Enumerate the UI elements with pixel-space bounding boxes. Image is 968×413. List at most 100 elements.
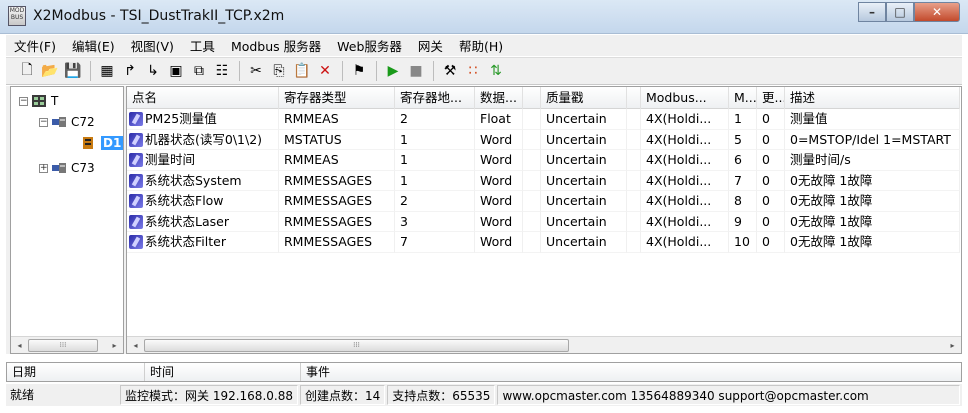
menu-web-server[interactable]: Web服务器 (329, 36, 410, 55)
cell-modbus-address: 7 (729, 170, 757, 191)
cell-blank (523, 211, 541, 232)
cell-blank (523, 232, 541, 253)
copy-group-icon[interactable]: ⧉ (188, 60, 210, 82)
collapse-toggle[interactable]: − (19, 96, 28, 106)
cell-register-type: RMMEAS (279, 150, 395, 171)
tools-icon[interactable]: ⚒ (439, 60, 461, 82)
cell-register-address: 7 (395, 232, 475, 253)
menu-tools[interactable]: 工具 (182, 36, 223, 55)
copy-icon[interactable]: ⎘ (268, 60, 290, 82)
menu-file[interactable]: 文件(F) (6, 36, 64, 55)
stop-icon[interactable]: ■ (405, 60, 427, 82)
menu-modbus-server[interactable]: Modbus 服务器 (223, 36, 329, 55)
sync-icon[interactable]: ⇅ (485, 60, 507, 82)
network-icon[interactable]: ∷ (462, 60, 484, 82)
cell-register-address: 1 (395, 150, 475, 171)
expand-toggle[interactable]: + (39, 163, 48, 173)
log-column-event[interactable]: 事件 (301, 363, 961, 381)
open-folder-icon[interactable]: 📂 (39, 60, 61, 82)
delete-icon[interactable]: ✕ (314, 60, 336, 82)
export-icon[interactable]: ↳ (142, 60, 164, 82)
menu-edit[interactable]: 编辑(E) (64, 36, 123, 55)
new-file-icon[interactable]: 🗋 (16, 60, 38, 82)
scroll-right-arrow-icon[interactable]: ▸ (106, 337, 123, 354)
collapse-toggle[interactable]: − (39, 117, 48, 127)
column-header-modbus-address[interactable]: M... (729, 87, 757, 109)
cell-blank2 (627, 150, 641, 171)
menu-view[interactable]: 视图(V) (123, 36, 182, 55)
run-icon[interactable]: ▶ (382, 60, 404, 82)
cell-modbus-type: 4X(Holdi... (641, 109, 729, 130)
table-row[interactable]: 系统状态Flow RMMESSAGES 2 Word Uncertain 4X(Holdi… (127, 191, 960, 212)
status-monitor-mode: 监控模式：网关 192.168.0.88 (120, 385, 298, 405)
toolbar-separator (239, 61, 240, 81)
log-column-time[interactable]: 时间 (145, 363, 301, 381)
device-icon[interactable]: ⚑ (348, 60, 370, 82)
scroll-right-arrow-icon[interactable]: ▸ (944, 337, 961, 354)
tree-channel-c73[interactable]: + C73 (39, 159, 95, 177)
column-header-blank[interactable] (523, 87, 541, 109)
menu-help[interactable]: 帮助(H) (451, 36, 511, 55)
tree-root[interactable]: − T (19, 92, 58, 110)
column-header-modbus-type[interactable]: Modbus... (641, 87, 729, 109)
cell-modbus-address: 8 (729, 191, 757, 212)
table-row[interactable]: PM25测量值 RMMEAS 2 Float Uncertain 4X(Holdi... 1… (127, 109, 960, 130)
column-header-register-address[interactable]: 寄存器地... (395, 87, 475, 109)
add-server-icon[interactable]: ▦ (96, 60, 118, 82)
table-row[interactable]: 系统状态Laser RMMESSAGES 3 Word Uncertain 4X(Hold… (127, 211, 960, 232)
project-icon (32, 95, 46, 107)
scroll-left-arrow-icon[interactable]: ◂ (11, 337, 28, 354)
properties-icon[interactable]: ☷ (211, 60, 233, 82)
column-header-register-type[interactable]: 寄存器类型 (279, 87, 395, 109)
cell-description: 0无故障 1故障 (785, 170, 960, 191)
table-header: 点名 寄存器类型 寄存器地... 数据... 质量戳 Modbus... M... 更... 描… (127, 87, 960, 109)
scrollbar-thumb[interactable]: ⁞⁞⁞ (144, 338, 569, 352)
cell-blank2 (627, 109, 641, 130)
log-column-date[interactable]: 日期 (7, 363, 145, 381)
tag-name: 系统状态System (145, 172, 242, 188)
cut-icon[interactable]: ✂ (245, 60, 267, 82)
column-header-name[interactable]: 点名 (127, 87, 279, 109)
column-header-description[interactable]: 描述 (785, 87, 960, 109)
tree-device-d1[interactable]: D1 (81, 134, 124, 152)
menu-gateway[interactable]: 网关 (410, 36, 451, 55)
tag-icon (129, 112, 143, 126)
save-icon[interactable]: 💾 (62, 60, 84, 82)
minimize-button[interactable]: – (858, 2, 886, 22)
column-header-data-type[interactable]: 数据... (475, 87, 523, 109)
maximize-button[interactable]: □ (886, 2, 914, 22)
cell-name: 系统状态System (127, 170, 279, 191)
column-header-blank2[interactable] (627, 87, 641, 109)
tree-node-label: C72 (71, 115, 95, 129)
column-header-update[interactable]: 更... (757, 87, 785, 109)
cell-register-address: 2 (395, 109, 475, 130)
cell-description: 0无故障 1故障 (785, 191, 960, 212)
tag-icon (129, 194, 143, 208)
add-group-icon[interactable]: ▣ (165, 60, 187, 82)
cell-data-type: Word (475, 150, 523, 171)
tree-horizontal-scrollbar[interactable]: ◂ ⁞⁞⁞ ▸ (11, 336, 123, 353)
column-header-quality[interactable]: 质量戳 (541, 87, 627, 109)
cell-modbus-type: 4X(Holdi... (641, 211, 729, 232)
paste-icon[interactable]: 📋 (291, 60, 313, 82)
scroll-left-arrow-icon[interactable]: ◂ (127, 337, 144, 354)
cell-blank (523, 191, 541, 212)
table-horizontal-scrollbar[interactable]: ◂ ⁞⁞⁞ ▸ (127, 336, 961, 353)
cell-modbus-type: 4X(Holdi... (641, 232, 729, 253)
table-row[interactable]: 系统状态System RMMESSAGES 1 Word Uncertain 4X(Hol… (127, 170, 960, 191)
table-row[interactable]: 系统状态Filter RMMESSAGES 7 Word Uncertain 4X(Hol… (127, 232, 960, 253)
import-icon[interactable]: ↱ (119, 60, 141, 82)
scrollbar-thumb[interactable]: ⁞⁞⁞ (28, 338, 98, 352)
tree-channel-c72[interactable]: − C72 (39, 113, 95, 131)
table-row[interactable]: 机器状态(读写0\1\2) MSTATUS 1 Word Uncertain 4X(Hol… (127, 129, 960, 150)
cell-name: 机器状态(读写0\1\2) (127, 129, 279, 150)
cell-register-type: RMMESSAGES (279, 211, 395, 232)
title-bar: MOD BUS X2Modbus - TSI_DustTrakII_TCP.x2… (0, 0, 968, 34)
close-button[interactable]: ✕ (914, 2, 960, 22)
tag-name: 系统状态Flow (145, 193, 224, 208)
cell-modbus-address: 5 (729, 129, 757, 150)
cell-quality: Uncertain (541, 232, 627, 253)
table-row[interactable]: 测量时间 RMMEAS 1 Word Uncertain 4X(Holdi... 6 0 测量时… (127, 150, 960, 171)
tag-name: 测量时间 (145, 152, 196, 167)
status-supported-points: 支持点数：65535 (387, 385, 496, 405)
